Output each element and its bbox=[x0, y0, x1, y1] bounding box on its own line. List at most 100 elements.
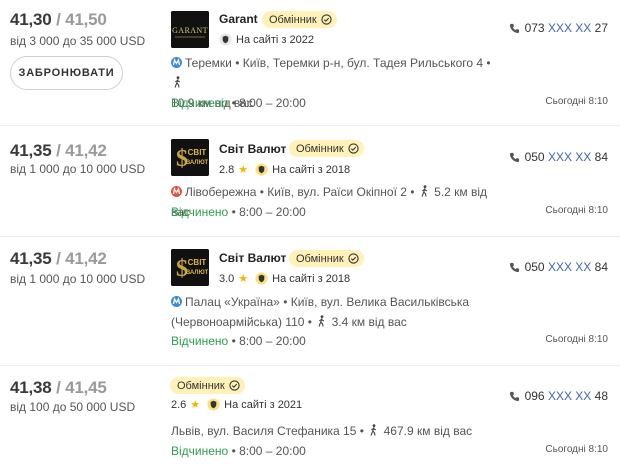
svg-text:ВАЛЮТ: ВАЛЮТ bbox=[186, 270, 209, 276]
shield-icon bbox=[255, 272, 268, 285]
address[interactable]: Палац «Україна» • Київ, вул. Велика Васи… bbox=[171, 292, 501, 332]
updated-time: Сьогодні 8:10 bbox=[545, 444, 608, 455]
rate: 41,35 / 41,42 bbox=[10, 141, 107, 160]
exchange-offers-list: 41,30 / 41,50 від 3 000 до 35 000 USD ЗА… bbox=[0, 0, 620, 470]
exchanger-badge: Обмінник bbox=[289, 140, 364, 157]
hours: Відчинено • 8:00 – 20:00 bbox=[171, 334, 306, 348]
metro-station: Лівобережна bbox=[185, 185, 257, 199]
phone-suffix: 84 bbox=[594, 150, 608, 164]
phone-masked[interactable]: XXX XX bbox=[548, 150, 591, 164]
check-circle-icon bbox=[348, 143, 359, 154]
site-since-text: На сайті з 2021 bbox=[224, 398, 303, 411]
metro-m-icon bbox=[171, 296, 182, 307]
rate: 41,35 / 41,42 bbox=[10, 249, 107, 268]
phone-number[interactable]: 050 XXX XX 84 bbox=[509, 260, 608, 274]
svit-valyut-logo[interactable]: $ СВІТ ВАЛЮТ bbox=[171, 139, 209, 176]
check-circle-icon bbox=[348, 253, 359, 264]
book-button[interactable]: ЗАБРОНЮВАТИ bbox=[10, 56, 123, 90]
svit-valyut-logo[interactable]: $ СВІТ ВАЛЮТ bbox=[171, 249, 209, 286]
buy-rate: 41,30 bbox=[10, 10, 52, 29]
rating-and-since: 2.8 ★ На сайті з 2018 bbox=[219, 163, 350, 176]
hours-text: • 8:00 – 20:00 bbox=[231, 96, 306, 110]
phone-suffix: 27 bbox=[594, 21, 608, 35]
badge-label: Обмінник bbox=[296, 142, 344, 155]
walking-person-icon bbox=[318, 315, 325, 327]
updated-time: Сьогодні 8:10 bbox=[545, 96, 608, 107]
sell-rate: 41,42 bbox=[65, 249, 107, 268]
metro-station: Теремки bbox=[185, 56, 232, 70]
garant-logo[interactable]: GARANT bbox=[171, 11, 209, 48]
address-text: • Київ, вул. Раїси Окіпної 2 • bbox=[259, 185, 415, 199]
rating-and-since: 2.6 ★ На сайті з 2021 bbox=[171, 398, 302, 411]
phone-prefix: 073 bbox=[524, 21, 545, 35]
phone-icon bbox=[509, 262, 519, 272]
address[interactable]: Львів, вул. Василя Стефаника 15 • 467.9 … bbox=[171, 421, 501, 441]
hours: Відчинено • 8:00 – 20:00 bbox=[171, 96, 306, 110]
phone-number[interactable]: 096 XXX XX 48 bbox=[509, 389, 608, 403]
rating: 2.6 bbox=[171, 398, 187, 411]
sell-rate: 41,50 bbox=[65, 10, 107, 29]
svg-text:$: $ bbox=[176, 256, 188, 282]
svg-text:ВАЛЮТ: ВАЛЮТ bbox=[186, 160, 209, 166]
star-icon: ★ bbox=[190, 399, 201, 411]
phone-suffix: 48 bbox=[594, 389, 608, 403]
open-status: Відчинено bbox=[171, 96, 229, 110]
check-circle-icon bbox=[321, 14, 332, 25]
exchanger-badge: Обмінник bbox=[262, 11, 337, 28]
phone-number[interactable]: 073 XXX XX 27 bbox=[509, 21, 608, 35]
phone-masked[interactable]: XXX XX bbox=[548, 389, 591, 403]
phone-icon bbox=[509, 23, 519, 33]
check-circle-icon bbox=[229, 380, 240, 391]
walking-person-icon bbox=[370, 424, 377, 436]
rate: 41,38 / 41,45 bbox=[10, 378, 107, 397]
hours-text: • 8:00 – 20:00 bbox=[231, 334, 306, 348]
site-since-text: На сайті з 2018 bbox=[272, 272, 351, 285]
svg-text:СВІТ: СВІТ bbox=[188, 148, 207, 157]
exchanger-badge: Обмінник bbox=[170, 377, 245, 394]
shield-icon bbox=[255, 163, 268, 176]
exchanger-badge: Обмінник bbox=[289, 250, 364, 267]
updated-time: Сьогодні 8:10 bbox=[545, 334, 608, 345]
open-status: Відчинено bbox=[171, 205, 229, 219]
distance: 467.9 км від вас bbox=[383, 424, 473, 438]
hours: Відчинено • 8:00 – 20:00 bbox=[171, 444, 306, 458]
hours-text: • 8:00 – 20:00 bbox=[231, 444, 306, 458]
sell-rate: 41,45 bbox=[65, 378, 107, 397]
buy-rate: 41,35 bbox=[10, 141, 52, 160]
rating-and-since: 3.0 ★ На сайті з 2018 bbox=[219, 272, 350, 285]
hours: Відчинено • 8:00 – 20:00 bbox=[171, 205, 306, 219]
exchanger-name[interactable]: Garant bbox=[219, 12, 258, 26]
exchanger-name[interactable]: Світ Валют bbox=[219, 142, 286, 156]
site-since-text: На сайті з 2018 bbox=[272, 163, 351, 176]
metro-m-icon bbox=[171, 186, 182, 197]
shield-icon bbox=[207, 398, 220, 411]
phone-masked[interactable]: XXX XX bbox=[548, 260, 591, 274]
rating: 2.8 bbox=[219, 163, 235, 176]
offer-row[interactable]: 41,35 / 41,42 від 1 000 до 10 000 USD $ … bbox=[0, 126, 620, 237]
walking-person-icon bbox=[421, 185, 427, 197]
star-icon: ★ bbox=[238, 164, 249, 176]
phone-prefix: 050 bbox=[524, 260, 545, 274]
exchanger-name[interactable]: Світ Валют bbox=[219, 251, 286, 265]
open-status: Відчинено bbox=[171, 334, 229, 348]
offer-row[interactable]: 41,30 / 41,50 від 3 000 до 35 000 USD ЗА… bbox=[0, 0, 620, 126]
open-status: Відчинено bbox=[171, 444, 229, 458]
phone-prefix: 050 bbox=[524, 150, 545, 164]
phone-prefix: 096 bbox=[524, 389, 545, 403]
hours-text: • 8:00 – 20:00 bbox=[231, 205, 306, 219]
rate: 41,30 / 41,50 bbox=[10, 10, 107, 29]
walking-person-icon bbox=[174, 76, 181, 88]
svg-text:GARANT: GARANT bbox=[172, 26, 208, 35]
phone-number[interactable]: 050 XXX XX 84 bbox=[509, 150, 608, 164]
offer-row[interactable]: 41,38 / 41,45 від 100 до 50 000 USD Обмі… bbox=[0, 366, 620, 470]
offer-row[interactable]: 41,35 / 41,42 від 1 000 до 10 000 USD $ … bbox=[0, 237, 620, 366]
metro-m-icon bbox=[171, 57, 182, 68]
site-since: На сайті з 2022 bbox=[219, 33, 314, 46]
badge-label: Обмінник bbox=[177, 379, 225, 392]
phone-icon bbox=[509, 152, 519, 162]
distance: 3.4 км від вас bbox=[331, 315, 407, 329]
phone-masked[interactable]: XXX XX bbox=[548, 21, 591, 35]
metro-station: Палац «Україна» bbox=[185, 295, 280, 309]
shield-icon bbox=[219, 33, 232, 46]
phone-icon bbox=[509, 391, 519, 401]
